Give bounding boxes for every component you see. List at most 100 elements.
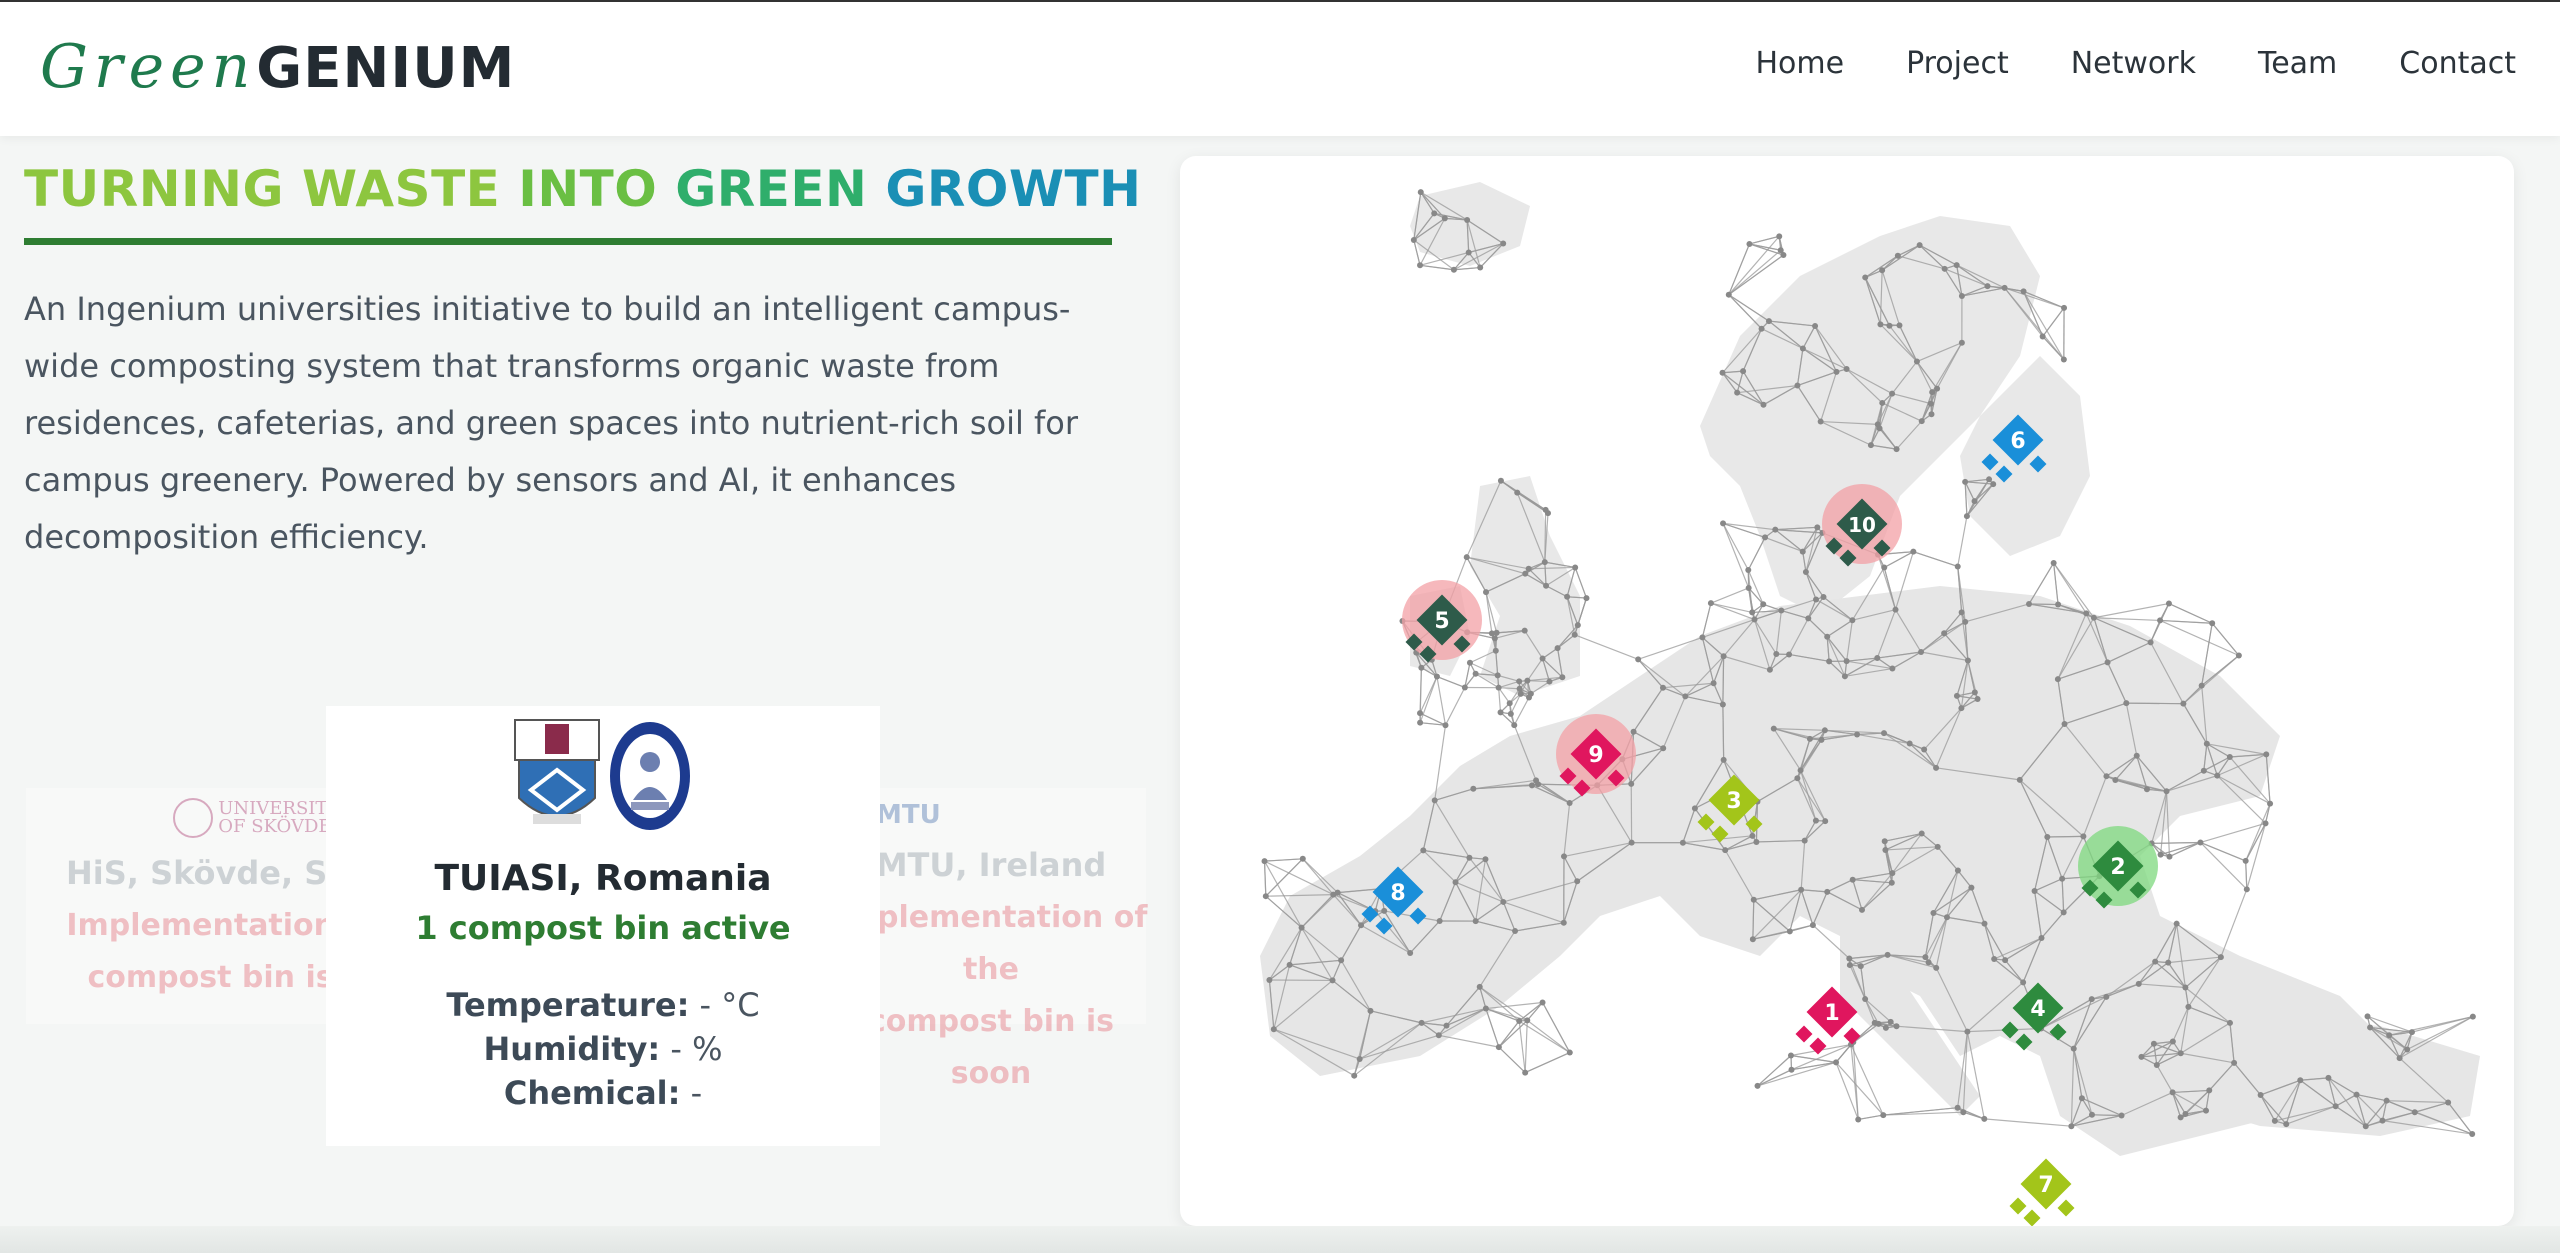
network-node: [1874, 421, 1881, 428]
network-node: [2297, 1077, 2304, 1084]
network-node: [1786, 928, 1793, 935]
network-node: [1881, 730, 1888, 737]
map-marker-5[interactable]: 5: [1402, 580, 1482, 663]
network-node: [1882, 1024, 1889, 1031]
skovde-logo-text-2: OF SKÖVDE: [218, 816, 332, 837]
network-node: [1984, 283, 1991, 290]
network-edge: [1789, 924, 1814, 932]
network-node: [1788, 1066, 1795, 1073]
network-node: [1958, 339, 1965, 346]
network-node: [2055, 601, 2062, 608]
nav-team[interactable]: Team: [2258, 46, 2337, 81]
network-node: [1824, 888, 1831, 895]
network-node: [2177, 1050, 2184, 1057]
chemical-reading: Chemical: -: [326, 1071, 880, 1115]
network-node: [1833, 368, 1840, 375]
network-node: [1889, 665, 1896, 672]
network-node: [1953, 692, 1960, 699]
network-node: [1628, 839, 1635, 846]
network-node: [1725, 291, 1732, 298]
network-node: [1981, 920, 1988, 927]
network-node: [2050, 559, 2057, 566]
network-edge: [1722, 656, 1725, 705]
network-node: [1420, 847, 1427, 854]
network-node: [1943, 914, 1950, 921]
network-node: [1874, 655, 1881, 662]
network-node: [1879, 267, 1886, 274]
network-node: [2020, 979, 2027, 986]
nav-project[interactable]: Project: [1906, 46, 2009, 81]
network-node: [1846, 962, 1853, 969]
network-node: [1879, 399, 1886, 406]
network-node: [1801, 837, 1808, 844]
network-node: [2103, 773, 2110, 780]
network-node: [2200, 767, 2207, 774]
network-node: [2257, 1091, 2264, 1098]
network-node: [1506, 700, 1513, 707]
network-node: [1571, 631, 1578, 638]
active-university-card[interactable]: TUIASI, Romania 1 compost bin active Tem…: [326, 706, 880, 1146]
network-node: [1410, 237, 1417, 244]
network-node: [1266, 977, 1273, 984]
network-node: [1720, 756, 1727, 763]
network-node: [1918, 418, 1925, 425]
network-node: [1682, 693, 1689, 700]
network-node: [2353, 1091, 2360, 1098]
network-node: [1442, 722, 1449, 729]
network-node: [1435, 1032, 1442, 1039]
network-node: [1740, 368, 1747, 375]
nav-contact[interactable]: Contact: [2399, 46, 2516, 81]
network-node: [2147, 639, 2154, 646]
network-edge: [2169, 841, 2201, 858]
network-node: [1812, 322, 1819, 329]
network-node: [1760, 401, 1767, 408]
network-node: [2206, 1087, 2213, 1094]
network-node: [1934, 843, 1941, 850]
bottom-shadow: [0, 1226, 2560, 1253]
network-node: [1566, 1049, 1573, 1056]
title-part-3: GREEN: [675, 160, 886, 218]
network-node: [1858, 906, 1865, 913]
nav-network[interactable]: Network: [2071, 46, 2196, 81]
network-node: [1522, 570, 1529, 577]
network-node: [2163, 788, 2170, 795]
network-node: [1564, 593, 1571, 600]
network-node: [1452, 879, 1459, 886]
network-node: [2197, 839, 2204, 846]
logo-green-text: Green: [40, 32, 257, 102]
network-node: [2039, 333, 2046, 340]
network-edge: [1419, 676, 1438, 723]
network-node: [1928, 411, 1935, 418]
network-node: [1754, 1082, 1761, 1089]
network-node: [1491, 635, 1498, 642]
network-node: [2386, 1032, 2393, 1039]
network-edge: [1485, 1008, 1500, 1048]
network-node: [1533, 777, 1540, 784]
network-node: [1794, 382, 1801, 389]
network-node: [2469, 1131, 2476, 1138]
network-node: [1918, 649, 1925, 656]
nav-home[interactable]: Home: [1755, 46, 1844, 81]
network-node: [1351, 1072, 1358, 1079]
logo-genium-text: GENIUM: [256, 36, 516, 101]
network-node: [1826, 658, 1833, 665]
network-node: [2165, 600, 2172, 607]
network-node: [2090, 614, 2097, 621]
network-node: [1679, 839, 1686, 846]
europe-network-map[interactable]: 1 2 3 4 5 6 7 8 9 10: [1180, 156, 2514, 1226]
network-edge: [2042, 307, 2065, 337]
network-node: [2169, 1089, 2176, 1096]
network-node: [1516, 685, 1523, 692]
map-marker-7[interactable]: 7: [2009, 1158, 2075, 1226]
network-node: [1843, 658, 1850, 665]
network-node: [2379, 1117, 2386, 1124]
network-node: [1436, 917, 1443, 924]
network-node: [1778, 607, 1785, 614]
network-node: [2263, 751, 2270, 758]
network-node: [1262, 893, 1269, 900]
network-node: [1417, 719, 1424, 726]
network-edge: [1835, 1061, 1884, 1116]
site-logo[interactable]: Green GENIUM: [40, 32, 515, 102]
network-edge: [1526, 1002, 1544, 1021]
temperature-reading: Temperature: - °C: [326, 983, 880, 1027]
